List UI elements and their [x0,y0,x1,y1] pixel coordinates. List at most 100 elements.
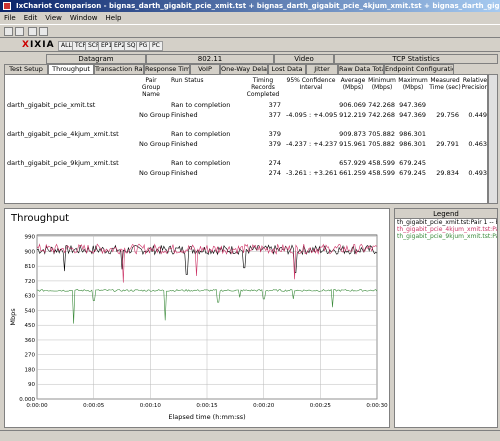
records-completed: 274 [268,169,281,177]
tab-jitter[interactable]: Jitter [306,64,338,74]
col-run-status[interactable]: Run Status [171,77,231,84]
legend-item[interactable]: th_gigabit_pcie_xmit.tst:Pair 1 -- bi [395,219,497,226]
col-relative-precision[interactable]: Relative Precision [461,77,487,91]
records-completed: 377 [268,111,281,119]
y-tick-label: 270 [25,353,36,359]
tab-transaction-rate[interactable]: Transaction Rate [94,64,144,74]
y-tick-label: 360 [25,338,36,344]
run-status: Ran to completion [171,159,231,167]
average-mbps: 906.069 [339,101,366,109]
pair-group-name: No Group [139,169,170,177]
y-tick-label: 810 [25,264,36,270]
minimum-mbps: 742.268 [368,101,395,109]
filter-pc-button[interactable]: PC [149,41,163,51]
window-title-bar: IxChariot Comparison - bignas_darth_giga… [0,0,500,12]
menu-view[interactable]: View [41,12,66,24]
maximum-mbps: 986.301 [399,130,426,138]
group-header: TCP Statistics [334,54,498,64]
pair-run-status: Finished [171,169,198,177]
col-timing-records[interactable]: Timing Records Completed [243,77,283,98]
y-tick-label: 450 [25,323,36,329]
tab-voip[interactable]: VoIP [190,64,220,74]
tab-response-time[interactable]: Response Time [144,64,190,74]
confidence-interval: -3.261 : +3.261 [286,169,338,177]
x-axis-label: Elapsed time (h:mm:ss) [168,413,245,421]
save-icon[interactable] [4,27,13,36]
records-completed: 377 [268,101,281,109]
x-tick-label: 0:00:15 [196,403,218,409]
maximum-mbps: 679.245 [399,159,426,167]
y-tick-label: 180 [25,367,36,373]
legend-item[interactable]: th_gigabit_pcie_4kjum_xmit.tst:Pa [395,226,497,233]
col-average[interactable]: Average (Mbps) [338,77,368,91]
maximum-mbps: 947.369 [399,111,426,119]
col-confidence-interval[interactable]: 95% Confidence Interval [286,77,336,91]
menu-bar: File Edit View Window Help [0,12,500,24]
col-pair-group-name[interactable]: Pair Group Name [137,77,165,98]
records-completed: 379 [268,140,281,148]
confidence-interval: -4.095 : +4.095 [286,111,338,119]
pair-run-status: Finished [171,111,198,119]
copy-icon[interactable] [28,27,37,36]
menu-window[interactable]: Window [66,12,102,24]
average-mbps: 909.873 [339,130,366,138]
relative-precision: 0.449 [468,111,487,119]
minimum-mbps: 458.599 [368,169,395,177]
tab-lost-data[interactable]: Lost Data [268,64,306,74]
run-status: Ran to completion [171,101,231,109]
legend-item[interactable]: th_gigabit_pcie_9kjum_xmit.tst:Pa [395,233,497,240]
average-mbps: 657.929 [339,159,366,167]
test-file-name: darth_gigabit_pcie_xmit.tst [7,101,96,109]
maximum-mbps: 947.369 [399,101,426,109]
legend-panel: Legend th_gigabit_pcie_xmit.tst:Pair 1 -… [394,208,498,428]
group-header: 802.11 [146,54,274,64]
pair-run-status: Finished [171,140,198,148]
throughput-chart: 0.000901802703604505406307208109009900:0… [9,235,388,421]
x-tick-label: 0:00:05 [83,403,105,409]
test-file-name: darth_gigabit_pcie_9kjum_xmit.tst [7,159,119,167]
x-tick-label: 0:00:10 [140,403,162,409]
tab-raw-data-totals[interactable]: Raw Data Totals [338,64,384,74]
export-icon[interactable] [39,27,48,36]
tab-endpoint-configuration[interactable]: Endpoint Configuration [384,64,454,74]
menu-file[interactable]: File [0,12,20,24]
maximum-mbps: 679.245 [399,169,426,177]
tab-one-way-delay[interactable]: One-Way Delay [220,64,268,74]
relative-precision: 0.463 [468,140,487,148]
minimum-mbps: 458.599 [368,159,395,167]
y-tick-label: 540 [25,308,36,314]
x-tick-label: 0:00:25 [310,403,332,409]
maximum-mbps: 986.301 [399,140,426,148]
print-icon[interactable] [15,27,24,36]
pair-group-name: No Group [139,140,170,148]
tab-test-setup[interactable]: Test Setup [4,64,48,74]
y-tick-label: 720 [25,279,36,285]
throughput-chart-panel: Throughput 0.000 90 180 270 360 450 540 630 720 8… [4,208,390,428]
results-table: Pair Group Name Run Status Timing Record… [4,74,488,204]
table-scrollbar[interactable] [488,74,498,204]
records-completed: 274 [268,159,281,167]
toolbar [0,24,500,38]
menu-edit[interactable]: Edit [20,12,42,24]
measured-time: 29.834 [436,169,459,177]
col-measured-time[interactable]: Measured Time (sec) [429,77,461,91]
tab-throughput[interactable]: Throughput [48,64,94,74]
y-tick-label: 990 [25,235,36,241]
relative-precision: 0.493 [468,169,487,177]
menu-help[interactable]: Help [102,12,126,24]
group-header: Datagram [46,54,146,64]
col-minimum[interactable]: Minimum (Mbps) [367,77,397,91]
average-mbps: 661.259 [339,169,366,177]
window-title: IxChariot Comparison - bignas_darth_giga… [16,2,500,10]
x-tick-label: 0:00:20 [253,403,275,409]
records-completed: 379 [268,130,281,138]
measured-time: 29.756 [436,111,459,119]
ixia-logo: XIXIA [22,40,55,50]
confidence-interval: -4.237 : +4.237 [286,140,338,148]
y-tick-label: 900 [25,249,36,255]
test-file-name: darth_gigabit_pcie_4kjum_xmit.tst [7,130,119,138]
col-maximum[interactable]: Maximum (Mbps) [398,77,428,91]
pair-group-name: No Group [139,111,170,119]
y-axis-label: Mbps [9,308,17,326]
x-tick-label: 0:00:00 [26,403,48,409]
